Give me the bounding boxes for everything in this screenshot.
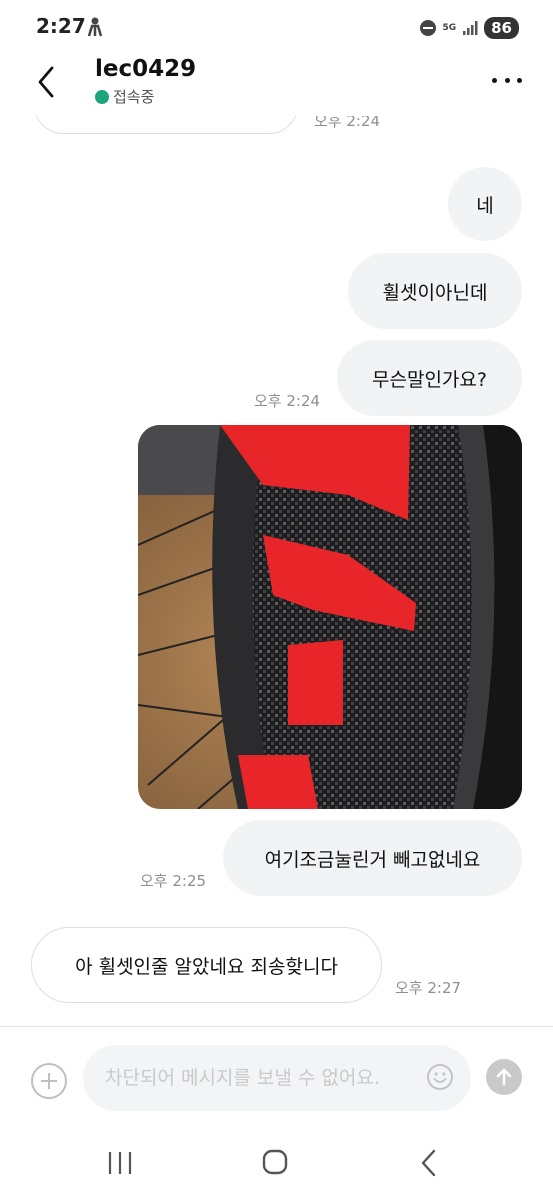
- more-icon[interactable]: [489, 68, 525, 92]
- emoji-icon[interactable]: [426, 1063, 454, 1091]
- chat-header: lec0429 접속중: [0, 56, 553, 116]
- photo-message[interactable]: [138, 425, 522, 809]
- status-icons: 5G 86: [420, 15, 519, 41]
- page-title: lec0429: [95, 56, 197, 82]
- network-label: 5G: [442, 22, 457, 33]
- send-arrow-icon: [496, 1068, 512, 1086]
- clipped-incoming-bubble: [34, 116, 298, 134]
- system-nav-bar: [0, 1126, 553, 1200]
- send-button[interactable]: [486, 1059, 522, 1095]
- message-bubble[interactable]: 아 휠셋인줄 알았네요 죄송핮니다: [31, 927, 382, 1003]
- home-icon[interactable]: [262, 1149, 288, 1175]
- message-bubble[interactable]: 휠셋이아닌데: [348, 253, 522, 329]
- message-time: 오후 2:24: [254, 392, 321, 410]
- message-bubble[interactable]: 네: [448, 167, 522, 241]
- nav-back-icon[interactable]: [418, 1148, 440, 1178]
- message-input[interactable]: [83, 1045, 471, 1111]
- online-status: 접속중: [95, 86, 154, 107]
- message-time: 오후 2:27: [395, 979, 462, 997]
- message-bubble[interactable]: 무슨말인가요?: [337, 340, 522, 416]
- back-arrow-icon[interactable]: [30, 60, 66, 104]
- signal-icon: [463, 21, 478, 35]
- online-dot: [95, 89, 109, 104]
- recents-icon[interactable]: [106, 1150, 134, 1176]
- chat-area[interactable]: 오후 2:24 네 휠셋이아닌데 무슨말인가요? 오후 2:24 여기조금눌린거…: [0, 116, 553, 1026]
- message-bubble[interactable]: 여기조금눌린거 빼고없네요: [223, 820, 522, 896]
- input-bar: [0, 1026, 553, 1126]
- network-type: 5G: [442, 22, 457, 33]
- dnd-icon: [420, 20, 437, 36]
- battery-indicator: 86: [484, 17, 519, 39]
- message-time: 오후 2:24: [314, 116, 381, 130]
- add-icon[interactable]: [31, 1063, 67, 1099]
- message-time: 오후 2:25: [140, 872, 207, 890]
- online-status-text: 접속중: [113, 88, 155, 106]
- person-icon: [87, 17, 103, 37]
- status-time: 2:27: [36, 14, 86, 38]
- status-bar: 2:27 5G 86: [0, 0, 553, 56]
